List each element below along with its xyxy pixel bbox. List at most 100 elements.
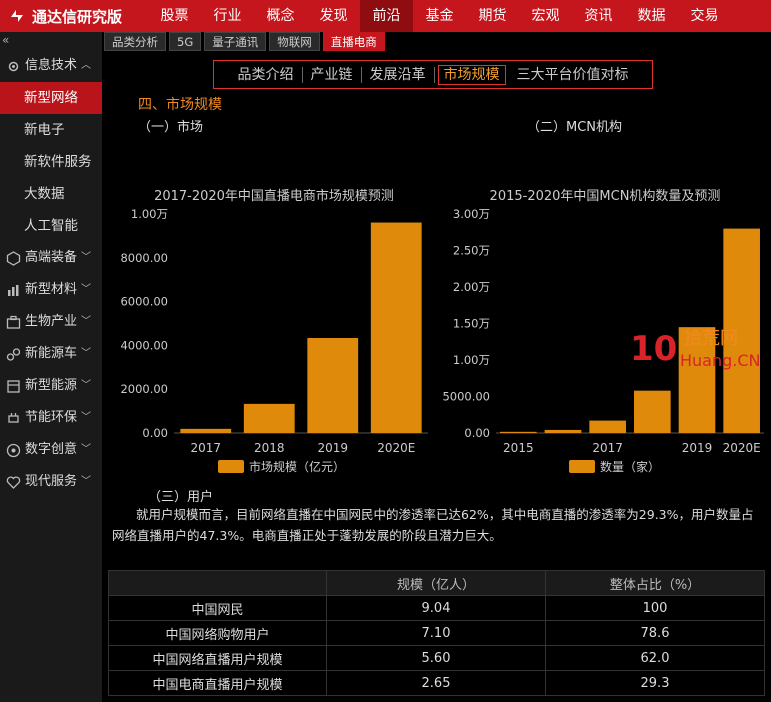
page-nav-item[interactable]: 发展沿革: [362, 66, 435, 83]
sidebar-group[interactable]: 新型能源 ﹀: [0, 370, 102, 402]
y-tick-label: 1.00万: [131, 207, 168, 221]
logo-icon: [11, 10, 23, 22]
bar: [589, 420, 626, 433]
topnav-item[interactable]: 行业: [201, 0, 254, 32]
sidebar-item[interactable]: 新型网络: [0, 82, 102, 114]
table-cell: 62.0: [545, 645, 765, 671]
sidebar-group-label: 节能环保: [25, 410, 78, 425]
page-nav-item[interactable]: 市场规模: [437, 64, 506, 85]
subtab[interactable]: 物联网: [269, 32, 320, 51]
topnav-item[interactable]: 资讯: [572, 0, 625, 32]
y-tick-label: 4000.00: [120, 338, 168, 352]
sidebar-group-label: 生物产业: [25, 314, 78, 329]
subtab[interactable]: 量子通讯: [204, 32, 267, 51]
y-tick-label: 0.00: [464, 426, 490, 440]
subsection-market: （一）市场: [138, 120, 204, 135]
x-tick-label: 2015: [503, 441, 534, 455]
sidebar-group-label: 高端装备: [25, 250, 78, 265]
sidebar-group-label: 新型能源: [25, 378, 78, 393]
x-tick-label: 2020E: [723, 441, 761, 455]
sub-tab-bar: 品类分析 5G 量子通讯 物联网 直播电商: [104, 32, 388, 52]
chevron-down-icon: ﹀: [81, 316, 92, 327]
y-tick-label: 2000.00: [120, 382, 168, 396]
chevron-down-icon: ﹀: [81, 348, 92, 359]
y-tick-label: 5000.00: [442, 390, 490, 404]
table-cell: 中国电商直播用户规模: [108, 670, 327, 696]
topnav-item[interactable]: 交易: [678, 0, 731, 32]
sidebar-group[interactable]: 节能环保 ﹀: [0, 402, 102, 434]
table-row: 中国电商直播用户规模 2.65 29.3: [108, 670, 765, 696]
sidebar-group[interactable]: 高端装备 ﹀: [0, 242, 102, 274]
bar: [307, 337, 359, 433]
sidebar-group[interactable]: 新型材料 ﹀: [0, 274, 102, 306]
topnav-item[interactable]: 数据: [625, 0, 678, 32]
user-scale-table: 规模（亿人） 整体占比（%） 中国网民 9.04 100 中国网络购物用户 7.10 78.…: [108, 570, 765, 696]
bar: [500, 431, 537, 433]
sidebar-group[interactable]: 信息技术 ︿: [0, 50, 102, 82]
chevron-up-icon: ︿: [81, 60, 92, 71]
page-nav-item[interactable]: 产业链: [303, 66, 362, 83]
briefcase-icon: [6, 315, 21, 329]
page-nav-item[interactable]: 品类介绍: [230, 66, 303, 83]
x-tick-label: 2017: [190, 441, 221, 455]
watermark-logo: 10 拾荒网 Huang.CN: [630, 328, 761, 370]
sidebar-group[interactable]: 生物产业 ﹀: [0, 306, 102, 338]
bar: [243, 403, 295, 433]
topnav-item[interactable]: 前沿: [360, 0, 413, 32]
subtab[interactable]: 5G: [169, 32, 202, 51]
chevron-down-icon: ﹀: [81, 380, 92, 391]
bar: [544, 429, 582, 433]
y-tick-label: 0.00: [142, 426, 168, 440]
sidebar-group-label: 信息技术: [25, 58, 78, 73]
page-nav-item[interactable]: 三大平台价值对标: [509, 67, 637, 83]
topnav-item[interactable]: 发现: [307, 0, 360, 32]
sidebar-item[interactable]: 新软件服务: [0, 146, 102, 178]
watermark-text: 拾荒网: [684, 328, 738, 349]
legend-label: 数量（家）: [600, 459, 660, 474]
link-icon: [6, 347, 21, 361]
sidebar: « 信息技术 ︿ 新型网络 新电子 新软件服务 大数据 人工智能 高端装备 ﹀ 新型材料 ﹀ 生物产业…: [0, 32, 102, 702]
table-cell: 29.3: [545, 670, 765, 696]
table-row: 中国网民 9.04 100: [108, 595, 765, 621]
subtab[interactable]: 品类分析: [104, 32, 166, 51]
sidebar-group[interactable]: 新能源车 ﹀: [0, 338, 102, 370]
circle-icon: [6, 443, 21, 457]
plug-icon: [8, 412, 19, 423]
topnav-item[interactable]: 宏观: [519, 0, 572, 32]
y-tick-label: 8000.00: [120, 251, 168, 265]
y-tick-label: 1.50万: [453, 317, 490, 331]
chart-title: 2017-2020年中国直播电商市场规模预测: [154, 188, 394, 204]
page-nav: 品类介绍 产业链 发展沿革 市场规模 三大平台价值对标: [213, 60, 653, 89]
collapse-sidebar-button[interactable]: «: [0, 32, 102, 50]
topnav-item[interactable]: 期货: [466, 0, 519, 32]
section-title: 四、市场规模: [138, 97, 222, 113]
subsection-users: （三）用户: [148, 490, 214, 505]
y-tick-label: 3.00万: [453, 207, 490, 221]
x-tick-label: 2018: [254, 441, 285, 455]
table-header: 规模（亿人）: [326, 570, 546, 596]
topnav-item[interactable]: 股票: [148, 0, 201, 32]
sidebar-group[interactable]: 数字创意 ﹀: [0, 434, 102, 466]
topnav-item[interactable]: 概念: [254, 0, 307, 32]
table-header: [108, 570, 327, 596]
table-cell: 78.6: [545, 620, 765, 646]
sidebar-item[interactable]: 新电子: [0, 114, 102, 146]
legend-label: 市场规模（亿元）: [249, 459, 345, 474]
chart-title: 2015-2020年中国MCN机构数量及预测: [490, 189, 721, 204]
x-tick-label: 2019: [317, 441, 348, 455]
y-tick-label: 1.00万: [453, 353, 490, 367]
sidebar-item[interactable]: 人工智能: [0, 210, 102, 242]
app-logo[interactable]: 通达信研究版: [0, 0, 148, 32]
sidebar-group-label: 新型材料: [25, 282, 78, 297]
sidebar-group[interactable]: 现代服务 ﹀: [0, 466, 102, 498]
market-size-chart: 2017-2020年中国直播电商市场规模预测 0.00 2000.00 4000.00…: [120, 188, 428, 474]
svg-text:10: 10: [630, 329, 677, 369]
watermark-url: Huang.CN: [680, 351, 761, 370]
y-tick-label: 6000.00: [120, 295, 168, 309]
chip-icon: [8, 61, 19, 71]
bar: [180, 428, 232, 433]
subtab[interactable]: 直播电商: [322, 32, 385, 51]
sidebar-item[interactable]: 大数据: [0, 178, 102, 210]
topnav-item[interactable]: 基金: [413, 0, 466, 32]
y-tick-label: 2.00万: [453, 280, 490, 294]
